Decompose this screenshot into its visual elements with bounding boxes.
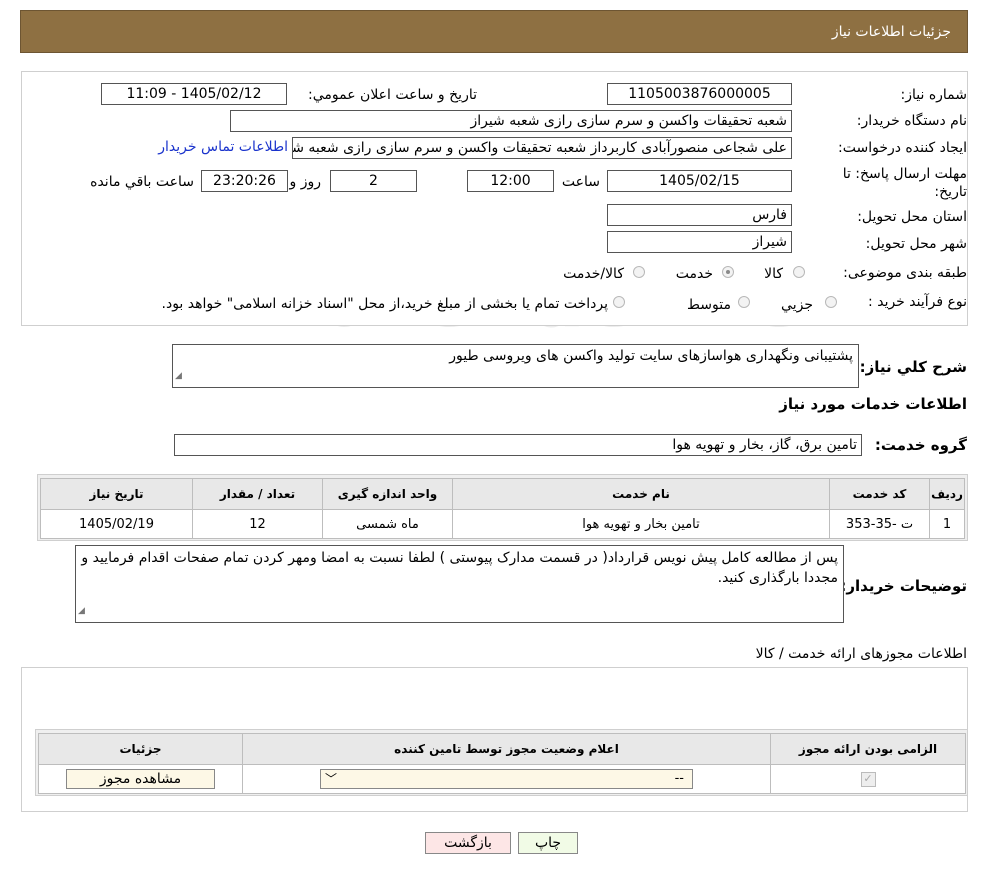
summary-text: پشتیبانی ونگهداری هواسازهای سایت تولید و… [449,348,853,364]
table-row: 1 ت -35-353 تامین بخار و تهویه هوا ماه ش… [40,509,965,539]
category-goods-radio[interactable] [793,266,805,278]
category-label: طبقه بندی موضوعی: [843,265,967,281]
col-license-status: اعلام وضعیت مجوز توسط تامین کننده [242,733,771,765]
city-field: شیراز [607,231,792,253]
province-label: استان محل تحویل: [857,209,967,225]
province-field: فارس [607,204,792,226]
buyer-contact-link[interactable]: اطلاعات تماس خریدار [158,139,288,155]
summary-label: شرح کلي نياز: [859,358,967,376]
category-service-radio[interactable] [722,266,734,278]
service-group-label: گروه خدمت: [874,436,967,454]
remaining-time-label: ساعت باقي مانده [90,174,194,190]
buyer-org-field: شعبه تحقيقات واکسن و سرم سازی رازی شعبه … [230,110,792,132]
chevron-down-icon: ﹀ [325,772,338,786]
cell-need-date: 1405/02/19 [40,509,193,539]
city-label: شهر محل تحویل: [865,236,967,252]
print-button[interactable]: چاپ [518,832,578,854]
col-unit: واحد اندازه گیری [322,478,453,510]
deadline-time-label: ساعت [561,174,600,190]
col-service-code: كد خدمت [829,478,930,510]
cell-service-name: تامین بخار و تهویه هوا [452,509,830,539]
cell-service-code: ت -35-353 [829,509,930,539]
category-goods-label: کالا [764,266,783,282]
services-table: رديف كد خدمت نام خدمت واحد اندازه گیری ت… [40,478,965,539]
process-medium-label: متوسط [687,297,731,313]
col-row-number: رديف [929,478,965,510]
need-number-field: 1105003876000005 [607,83,792,105]
deadline-time-field: 12:00 [467,170,554,192]
licenses-table: الزامی بودن ارائه مجوز اعلام وضعیت مجوز … [38,733,966,794]
col-service-name: نام خدمت [452,478,830,510]
licenses-section-title: اطلاعات مجوزهای ارائه خدمت / کالا [755,646,967,662]
services-table-header: رديف كد خدمت نام خدمت واحد اندازه گیری ت… [40,478,965,510]
cell-license-details: مشاهده مجوز [38,764,243,794]
remaining-time-field: 23:20:26 [201,170,288,192]
col-license-required: الزامی بودن ارائه مجوز [770,733,966,765]
buyer-notes-text: پس از مطالعه کامل پیش نویس قرارداد( در ق… [81,550,838,586]
deadline-label: مهلت ارسال پاسخ: تا تاریخ: [842,166,967,200]
announce-field: 1405/02/12 - 11:09 [101,83,287,105]
buyer-notes-label: توضیحات خریدار: [840,577,967,595]
page-header: جزئیات اطلاعات نیاز [20,10,968,53]
license-status-value: -- [674,771,684,786]
cell-license-status: -- ﹀ [242,764,771,794]
category-goods-service-radio[interactable] [633,266,645,278]
days-field: 2 [330,170,417,192]
buyer-org-label: نام دستگاه خریدار: [856,113,967,129]
resize-grip-icon[interactable]: ◢ [175,367,182,386]
requester-field: علی شجاعی منصورآبادی کاربرداز شعبه تحقيق… [292,137,792,159]
process-partial-label: جزیي [781,297,813,313]
page-title: جزئیات اطلاعات نیاز [831,24,951,40]
process-medium-radio[interactable] [738,296,750,308]
col-license-details: جزئیات [38,733,243,765]
col-quantity: تعداد / مقدار [192,478,323,510]
col-need-date: تاریخ نیاز [40,478,193,510]
services-section-title: اطلاعات خدمات مورد نياز [779,395,967,413]
days-label: روز و [289,174,322,190]
deadline-date-field: 1405/02/15 [607,170,792,192]
treasury-checkbox[interactable] [613,296,625,308]
process-label: نوع فرآیند خرید : [868,294,967,310]
cell-quantity: 12 [192,509,323,539]
resize-grip-icon[interactable]: ◢ [78,601,85,621]
category-goods-service-label: کالا/خدمت [563,266,624,282]
service-group-field: تامین برق، گاز، بخار و تهویه هوا [174,434,862,456]
summary-textarea: پشتیبانی ونگهداری هواسازهای سایت تولید و… [172,344,859,388]
license-status-select[interactable]: -- ﹀ [320,769,693,789]
buyer-notes-textarea: پس از مطالعه کامل پیش نویس قرارداد( در ق… [75,545,844,623]
announce-label: تاریخ و ساعت اعلان عمومي: [308,87,477,103]
table-row: ✓ -- ﹀ مشاهده مجوز [38,764,966,794]
cell-license-required: ✓ [770,764,966,794]
process-partial-radio[interactable] [825,296,837,308]
cell-unit: ماه شمسی [322,509,453,539]
back-button[interactable]: بازگشت [425,832,511,854]
license-required-checkbox[interactable]: ✓ [860,772,876,787]
category-service-label: خدمت [675,266,713,282]
cell-row-number: 1 [929,509,965,539]
licenses-table-header: الزامی بودن ارائه مجوز اعلام وضعیت مجوز … [38,733,966,765]
need-number-label: شماره نیاز: [900,87,968,103]
process-note: پرداخت تمام یا بخشی از مبلغ خرید،از محل … [161,296,608,312]
view-license-button[interactable]: مشاهده مجوز [66,769,215,789]
requester-label: ایجاد کننده درخواست: [838,140,967,156]
